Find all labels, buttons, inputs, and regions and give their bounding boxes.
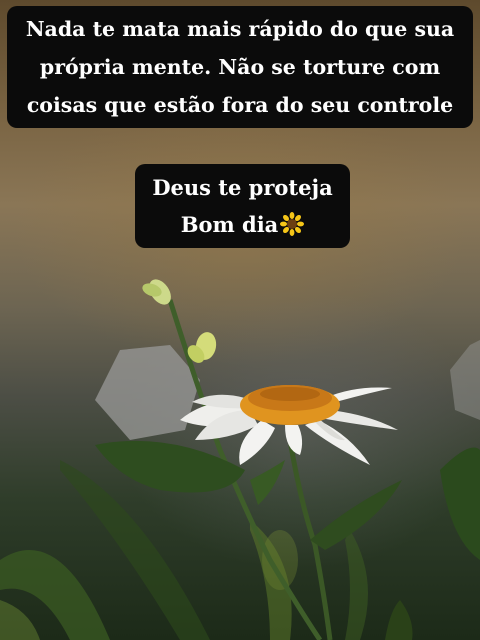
caption-line: coisas que estão fora do seu controle — [26, 93, 454, 117]
top-caption: Nada te mata mais rápido do que sua próp… — [7, 6, 473, 128]
leaf — [310, 480, 402, 550]
sunflower-icon — [280, 210, 305, 247]
greeting-text: Bom dia — [180, 212, 279, 237]
blurred-petal — [95, 345, 200, 440]
caption-line: Nada te mata mais rápido do que sua — [25, 17, 455, 41]
greeting-line: Deus te proteja — [152, 175, 333, 200]
daisy-flower — [180, 385, 398, 465]
greeting-line-2: Bom dia — [135, 206, 350, 247]
leaf — [95, 440, 245, 493]
greeting-caption: Deus te proteja Bom dia — [135, 164, 350, 248]
caption-line: própria mente. Não se torture com — [39, 55, 441, 79]
